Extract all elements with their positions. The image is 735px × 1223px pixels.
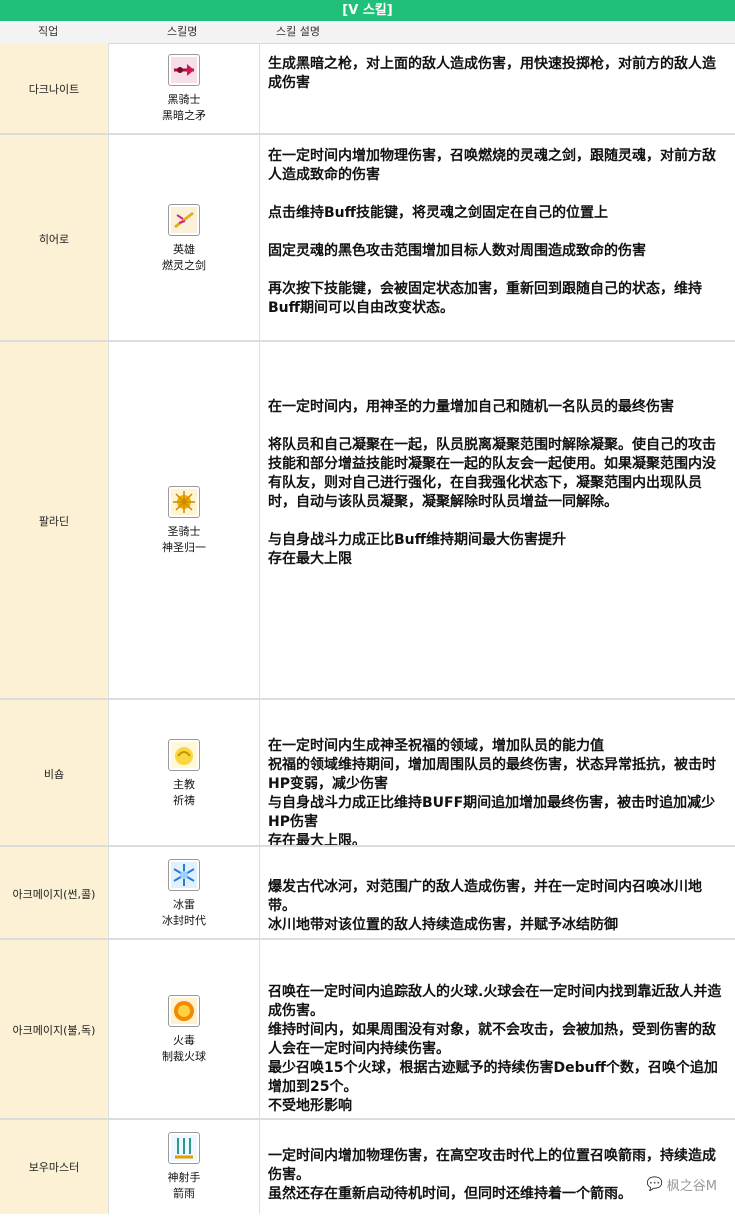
watermark: 💬 枫之谷M — [647, 1175, 717, 1194]
skill-class: 主教 — [173, 777, 195, 791]
desc-text: 在一定时间内生成神圣祝福的领域，增加队员的能力值 祝福的领域维持期间，增加周围队… — [268, 738, 716, 849]
header-skill: 스킬명 — [167, 25, 198, 38]
skill-cell: 圣骑士 神圣归一 — [109, 342, 260, 700]
header-job: 직업 — [38, 25, 59, 38]
skill-name: 冰封时代 — [162, 913, 206, 927]
skill-cell: 英雄 燃灵之剑 — [109, 135, 260, 342]
skill-class: 冰雷 — [173, 897, 195, 911]
skill-class: 圣骑士 — [167, 525, 201, 538]
desc-cell: 在一定时间内，用神圣的力量增加自己和随机一名队员的最终伤害 将队员和自己凝聚在一… — [268, 342, 727, 700]
desc-text: 召唤在一定时间内追踪敌人的火球.火球会在一定时间内找到靠近敌人并造成伤害。 维持… — [268, 984, 722, 1114]
desc-cell: 生成黑暗之枪，对上面的敌人造成伤害，用快速投掷枪，对前方的敌人造成伤害 — [268, 43, 727, 135]
skill-name: 黑暗之矛 — [162, 109, 206, 122]
job-cell: 아크메이지(불,독) — [0, 940, 109, 1120]
dark-spear-icon — [168, 54, 200, 86]
watermark-text: 枫之谷M — [666, 1179, 717, 1194]
desc-cell: 一定时间内增加物理伤害，在高空攻击时代上的位置召唤箭雨，持续造成伤害。 虽然还存… — [268, 1120, 727, 1214]
desc-cell: 爆发古代冰河，对范围广的敌人造成伤害，并在一定时间内召唤冰川地带。 冰川地带对该… — [268, 847, 727, 940]
skill-name: 制裁火球 — [162, 1050, 206, 1063]
table-row-paladin: 팔라딘 圣骑士 神圣归一 在一定时间内，用神圣的力量增加自己和随机一名队员的最终… — [0, 342, 735, 700]
skill-name: 神圣归一 — [162, 541, 206, 554]
desc-text: 固定灵魂的黑色攻击范围增加目标人数对周围造成致命的伤害 — [268, 243, 646, 259]
table-row-dark-knight: 다크나이트 黑骑士 黑暗之矛 生成黑暗之枪，对上面的敌人造成伤害，用快速投掷枪，… — [0, 43, 735, 135]
job-cell: 보우마스터 — [0, 1120, 109, 1214]
table-row-arch-mage-fp: 아크메이지(불,독) 火毒 制裁火球 召唤在一定时间内追踪敌人的火球.火球会在一… — [0, 940, 735, 1120]
prayer-icon — [168, 738, 200, 771]
skill-class: 神射手 — [167, 1171, 201, 1184]
desc-text: 再次按下技能键，会被固定状态加害，重新回到跟随自己的状态，维持Buff期间可以自… — [268, 281, 702, 316]
arrow-rain-icon — [168, 1132, 200, 1164]
table-row-arch-mage-il: 아크메이지(썬,콜) 冰雷 冰封时代 爆发古代冰河，对范围广的敌人造成伤害，并在… — [0, 847, 735, 940]
desc-text: 在一定时间内，用神圣的力量增加自己和随机一名队员的最终伤害 — [268, 399, 674, 415]
skill-class: 黑骑士 — [167, 93, 201, 106]
skill-cell: 火毒 制裁火球 — [109, 940, 260, 1120]
chat-bubble-icon: 💬 — [646, 1177, 663, 1192]
desc-text: 与自身战斗力成正比Buff维持期间最大伤害提升 存在最大上限 — [268, 532, 566, 567]
desc-text: 生成黑暗之枪，对上面的敌人造成伤害，用快速投掷枪，对前方的敌人造成伤害 — [268, 56, 716, 91]
skill-name: 燃灵之剑 — [162, 258, 206, 272]
desc-text: 将队员和自己凝聚在一起，队员脱离凝聚范围时解除凝聚。使自己的攻击技能和部分增益技… — [268, 437, 716, 510]
job-cell: 비숍 — [0, 700, 109, 847]
skill-name: 箭雨 — [173, 1187, 195, 1200]
desc-text: 爆发古代冰河，对范围广的敌人造成伤害，并在一定时间内召唤冰川地带。 冰川地带对该… — [268, 879, 702, 933]
skill-cell: 黑骑士 黑暗之矛 — [109, 43, 260, 135]
header-desc: 스킬 설명 — [276, 25, 320, 38]
job-cell: 다크나이트 — [0, 43, 109, 135]
table-row-bowmaster: 보우마스터 神射手 箭雨 一定时间内增加物理伤害，在高空攻击时代上的位置召唤箭雨… — [0, 1120, 735, 1214]
table-row-bishop: 비숍 主教 祈祷 在一定时间内生成神圣祝福的领域，增加队员的能力值 祝福的领域维… — [0, 700, 735, 849]
burning-sword-icon — [168, 203, 200, 236]
desc-cell: 在一定时间内增加物理伤害，召唤燃烧的灵魂之剑，跟随灵魂，对前方敌人造成致命的伤害… — [268, 135, 727, 342]
table-row-hero: 히어로 英雄 燃灵之剑 在一定时间内增加物理伤害，召唤燃烧的灵魂之剑，跟随灵魂，… — [0, 135, 735, 342]
desc-cell: 在一定时间内生成神圣祝福的领域，增加队员的能力值 祝福的领域维持期间，增加周围队… — [268, 700, 727, 849]
skill-class: 英雄 — [173, 242, 195, 256]
desc-text: 在一定时间内增加物理伤害，召唤燃烧的灵魂之剑，跟随灵魂，对前方敌人造成致命的伤害 — [268, 148, 716, 183]
holy-unity-icon — [168, 486, 200, 518]
fireball-icon — [168, 995, 200, 1027]
skill-cell: 冰雷 冰封时代 — [109, 847, 260, 940]
job-cell: 히어로 — [0, 135, 109, 342]
skill-table: [V 스킬] 직업 스킬명 스킬 설명 다크나이트 黑骑士 黑暗之矛 生成黑暗之… — [0, 0, 735, 1214]
skill-class: 火毒 — [173, 1034, 195, 1047]
skill-cell: 神射手 箭雨 — [109, 1120, 260, 1214]
skill-name: 祈祷 — [173, 793, 195, 807]
skill-cell: 主教 祈祷 — [109, 700, 260, 847]
table-header: 직업 스킬명 스킬 설명 — [0, 21, 735, 44]
job-cell: 팔라딘 — [0, 342, 109, 700]
ice-age-icon — [168, 858, 200, 891]
desc-cell: 召唤在一定时间内追踪敌人的火球.火球会在一定时间内找到靠近敌人并造成伤害。 维持… — [268, 940, 727, 1120]
desc-text: 点击维持Buff技能键，将灵魂之剑固定在自己的位置上 — [268, 205, 608, 221]
job-cell: 아크메이지(썬,콜) — [0, 847, 109, 940]
table-title: [V 스킬] — [0, 0, 735, 21]
